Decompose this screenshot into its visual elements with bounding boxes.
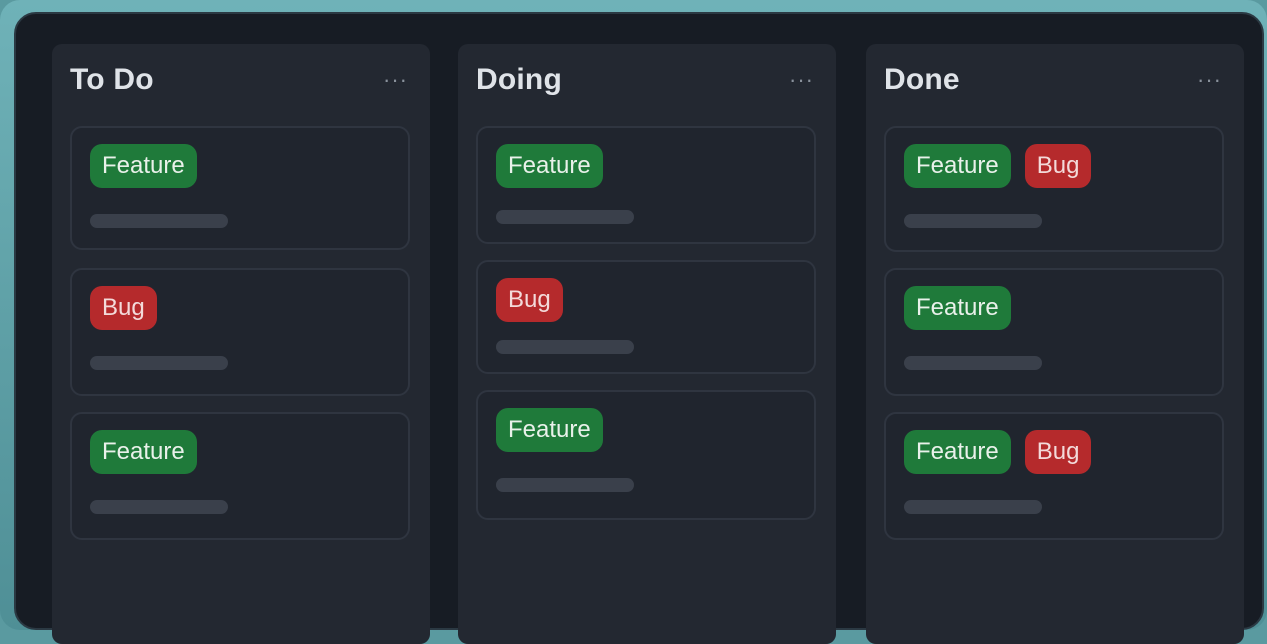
column-menu-icon[interactable]: ··· — [785, 67, 818, 93]
card-tags: Bug — [90, 286, 157, 330]
tag-feature: Feature — [904, 430, 1011, 474]
task-card[interactable]: Feature — [476, 126, 816, 244]
column-menu-icon[interactable]: ··· — [1193, 67, 1226, 93]
task-card[interactable]: Bug — [476, 260, 816, 374]
card-text-placeholder — [904, 214, 1042, 228]
card-text-placeholder — [904, 500, 1042, 514]
card-text-placeholder — [90, 500, 228, 514]
card-tags: Feature — [496, 408, 603, 452]
card-tags: Feature Bug — [904, 144, 1092, 188]
tag-bug: Bug — [1024, 144, 1092, 188]
card-text-placeholder — [496, 478, 634, 492]
kanban-board: To Do ··· Feature Bug Feature Doing ··· … — [14, 12, 1264, 644]
card-text-placeholder — [90, 356, 228, 370]
column-done: Done ··· Feature Bug Feature Feature Bug — [866, 44, 1244, 644]
task-card[interactable]: Bug — [70, 268, 410, 396]
column-menu-icon[interactable]: ··· — [379, 67, 412, 93]
card-text-placeholder — [90, 214, 228, 228]
tag-bug: Bug — [1024, 430, 1092, 474]
column-title: To Do — [70, 63, 154, 96]
window-frame: To Do ··· Feature Bug Feature Doing ··· … — [0, 0, 1267, 644]
card-tags: Feature — [496, 144, 603, 188]
card-tags: Bug — [496, 278, 563, 322]
card-text-placeholder — [496, 340, 634, 354]
tag-bug: Bug — [90, 286, 157, 330]
task-card[interactable]: Feature — [70, 126, 410, 250]
tag-feature: Feature — [90, 430, 197, 474]
column-header: To Do ··· — [70, 62, 412, 98]
column-header: Doing ··· — [476, 62, 818, 98]
task-card[interactable]: Feature — [476, 390, 816, 520]
tag-feature: Feature — [90, 144, 197, 188]
tag-feature: Feature — [904, 144, 1011, 188]
column-doing: Doing ··· Feature Bug Feature — [458, 44, 836, 644]
tag-bug: Bug — [496, 278, 563, 322]
tag-feature: Feature — [496, 144, 603, 188]
tag-feature: Feature — [904, 286, 1011, 330]
column-header: Done ··· — [884, 62, 1226, 98]
column-to-do: To Do ··· Feature Bug Feature — [52, 44, 430, 644]
column-title: Done — [884, 63, 960, 96]
tag-feature: Feature — [496, 408, 603, 452]
card-text-placeholder — [496, 210, 634, 224]
task-card[interactable]: Feature — [70, 412, 410, 540]
card-text-placeholder — [904, 356, 1042, 370]
task-card[interactable]: Feature Bug — [884, 126, 1224, 252]
card-tags: Feature Bug — [904, 430, 1092, 474]
card-tags: Feature — [90, 144, 197, 188]
column-title: Doing — [476, 63, 562, 96]
card-tags: Feature — [90, 430, 197, 474]
task-card[interactable]: Feature — [884, 268, 1224, 396]
card-tags: Feature — [904, 286, 1011, 330]
task-card[interactable]: Feature Bug — [884, 412, 1224, 540]
